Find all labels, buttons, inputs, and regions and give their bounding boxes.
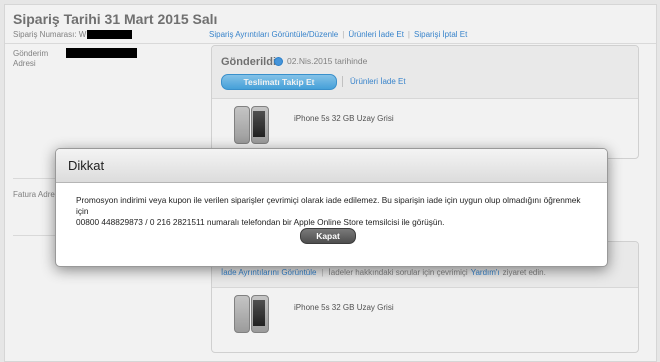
dialog-message-line2: 00800 448829873 / 0 216 2821511 numaralı… xyxy=(76,217,445,227)
dialog-title-bar: Dikkat xyxy=(56,149,607,183)
alert-dialog: Dikkat Promosyon indirimi veya kupon ile… xyxy=(55,148,608,267)
dialog-message: Promosyon indirimi veya kupon ile verile… xyxy=(76,195,591,228)
dialog-message-line1: Promosyon indirimi veya kupon ile verile… xyxy=(76,195,581,216)
close-button[interactable]: Kapat xyxy=(300,228,356,244)
dialog-title: Dikkat xyxy=(68,158,105,173)
